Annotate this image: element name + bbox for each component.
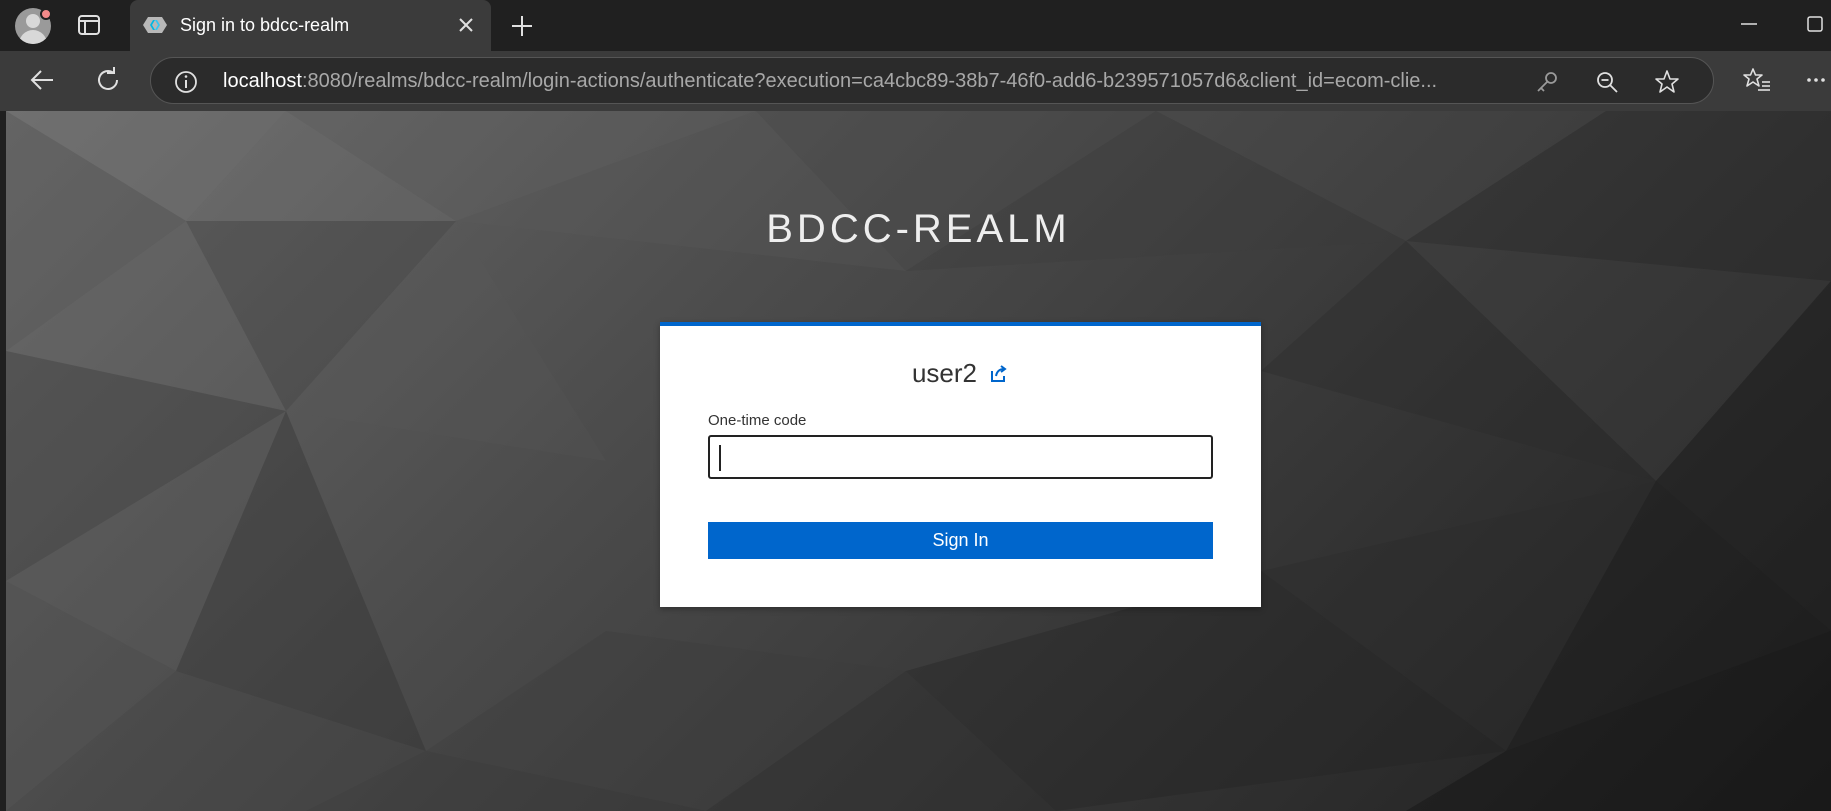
tab-actions-icon[interactable] — [76, 12, 102, 38]
text-caret — [719, 445, 721, 471]
back-arrow-icon[interactable] — [27, 65, 57, 95]
key-icon[interactable] — [1534, 69, 1560, 95]
more-icon[interactable] — [1801, 65, 1831, 95]
refresh-icon[interactable] — [93, 65, 123, 95]
url-path: :8080/realms/bdcc-realm/login-actions/au… — [301, 70, 1438, 92]
realm-title: BDCC-REALM — [766, 207, 1071, 251]
favorites-icon[interactable] — [1742, 65, 1772, 95]
restart-login-icon[interactable] — [989, 364, 1009, 384]
url-text[interactable]: localhost:8080/realms/bdcc-realm/login-a… — [223, 70, 1523, 93]
browser-toolbar: localhost:8080/realms/bdcc-realm/login-a… — [0, 51, 1831, 111]
otp-input[interactable] — [708, 435, 1213, 479]
otp-label: One-time code — [708, 412, 807, 429]
minimize-icon[interactable] — [1737, 12, 1761, 36]
browser-tab-strip: Sign in to bdcc-realm — [0, 0, 1831, 51]
zoom-out-icon[interactable] — [1594, 69, 1620, 95]
tab-title: Sign in to bdcc-realm — [180, 15, 350, 35]
sign-in-button[interactable]: Sign In — [708, 522, 1213, 559]
address-bar[interactable]: localhost:8080/realms/bdcc-realm/login-a… — [150, 57, 1714, 104]
info-icon[interactable] — [173, 69, 199, 95]
star-icon[interactable] — [1654, 69, 1680, 95]
login-card: user2 One-time code Sign In — [660, 322, 1261, 607]
close-icon[interactable] — [455, 14, 477, 36]
username-header: user2 — [660, 358, 1261, 389]
maximize-icon[interactable] — [1803, 12, 1827, 36]
login-page: BDCC-REALM user2 One-time code Sign In — [6, 111, 1831, 811]
keycloak-favicon — [143, 17, 167, 33]
browser-tab-active[interactable]: Sign in to bdcc-realm — [130, 0, 491, 51]
url-host: localhost — [223, 70, 302, 92]
username-text: user2 — [911, 358, 978, 388]
notification-dot — [40, 8, 52, 20]
plus-icon[interactable] — [508, 12, 536, 40]
